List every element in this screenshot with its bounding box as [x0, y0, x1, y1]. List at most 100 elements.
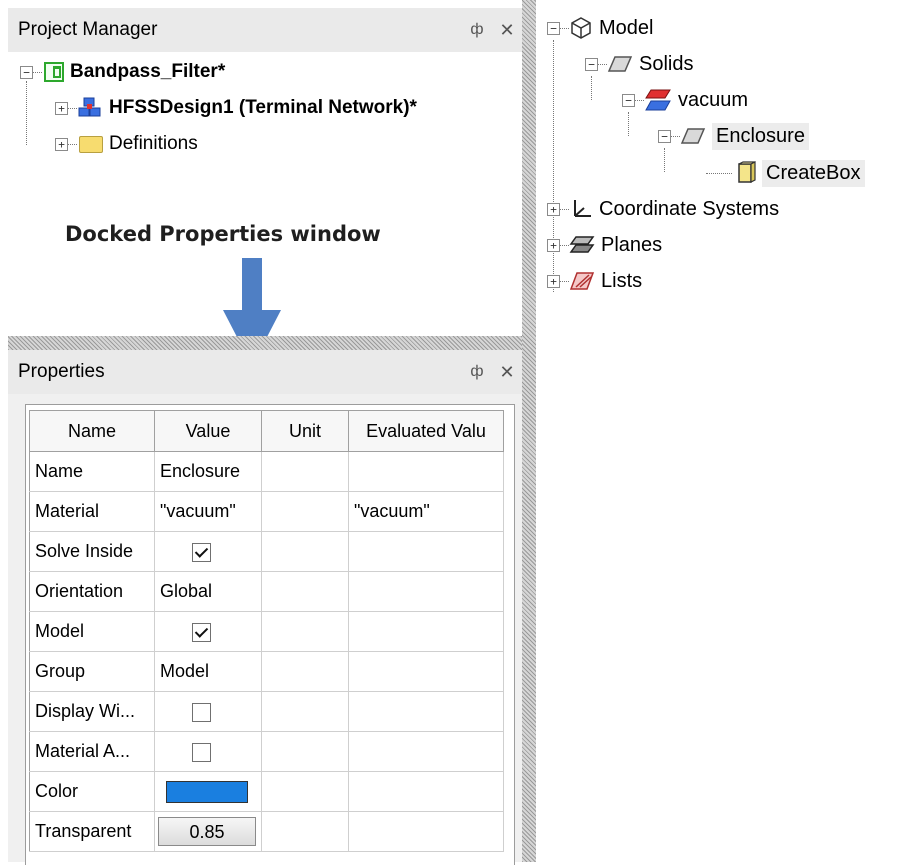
color-swatch[interactable]	[166, 780, 248, 803]
pin-icon[interactable]: ф	[462, 363, 492, 381]
property-name: Group	[29, 651, 155, 692]
tree-connector	[671, 135, 680, 137]
property-value[interactable]: Enclosure	[154, 451, 262, 492]
column-header-name[interactable]: Name	[29, 410, 155, 452]
close-icon[interactable]: ✕	[492, 362, 522, 383]
property-name: Material	[29, 491, 155, 532]
tree-connector	[598, 63, 607, 65]
close-icon[interactable]: ✕	[492, 20, 522, 41]
property-value[interactable]	[154, 771, 262, 812]
property-unit[interactable]	[261, 491, 349, 532]
table-row[interactable]: Display Wi...	[29, 691, 504, 732]
grid-header-row: Name Value Unit Evaluated Valu	[29, 410, 504, 452]
column-header-evaluated-value[interactable]: Evaluated Valu	[348, 410, 504, 452]
solve-inside-checkbox[interactable]	[192, 542, 211, 562]
table-row[interactable]: Name Enclosure	[29, 451, 504, 492]
project-manager-header: Project Manager ф ✕	[8, 8, 522, 52]
solids-icon	[607, 56, 633, 72]
tree-item-project[interactable]: − Bandpass_Filter*	[20, 57, 225, 87]
property-evaluated: "vacuum"	[348, 491, 504, 532]
table-row[interactable]: Color	[29, 771, 504, 812]
table-row[interactable]: Solve Inside	[29, 531, 504, 572]
tree-connector	[591, 76, 592, 100]
property-value[interactable]: "vacuum"	[154, 491, 262, 532]
properties-title: Properties	[18, 361, 105, 382]
tree-connector	[560, 280, 569, 282]
expand-icon[interactable]: +	[547, 274, 560, 288]
properties-grid: Name Value Unit Evaluated Valu Name Encl…	[29, 410, 504, 852]
table-row[interactable]: Material "vacuum" "vacuum"	[29, 491, 504, 532]
hfss-design-icon	[78, 97, 101, 117]
transparency-button[interactable]: 0.85	[158, 817, 256, 846]
tree-item-vacuum[interactable]: − vacuum	[622, 85, 748, 115]
tree-item-lists[interactable]: + Lists	[547, 266, 642, 296]
table-row[interactable]: Material A...	[29, 731, 504, 772]
tree-item-enclosure[interactable]: − Enclosure	[658, 121, 809, 151]
model-tree: − Model − Solids − vacuum − Enclosure Cr…	[536, 0, 899, 862]
expand-icon[interactable]: +	[55, 101, 68, 115]
collapse-icon[interactable]: −	[547, 21, 560, 35]
property-unit[interactable]	[261, 531, 349, 572]
collapse-icon[interactable]: −	[658, 129, 671, 143]
table-row[interactable]: Orientation Global	[29, 571, 504, 612]
property-unit[interactable]	[261, 451, 349, 492]
tree-connector	[706, 172, 732, 174]
solids-label: Solids	[639, 52, 694, 75]
tree-item-planes[interactable]: + Planes	[547, 230, 662, 260]
property-name: Display Wi...	[29, 691, 155, 732]
property-value[interactable]	[154, 611, 262, 652]
table-row[interactable]: Model	[29, 611, 504, 652]
property-name: Transparent	[29, 811, 155, 852]
tree-item-model[interactable]: − Model	[547, 13, 653, 43]
splitter-horizontal[interactable]	[8, 336, 522, 350]
property-value[interactable]	[154, 531, 262, 572]
property-value[interactable]: Model	[154, 651, 262, 692]
model-label: Model	[599, 16, 654, 39]
collapse-icon[interactable]: −	[20, 65, 33, 79]
property-unit[interactable]	[261, 651, 349, 692]
property-value[interactable]: 0.85	[154, 811, 262, 852]
model-icon	[571, 17, 591, 39]
property-unit[interactable]	[261, 571, 349, 612]
display-wireframe-checkbox[interactable]	[192, 702, 211, 722]
createbox-label: CreateBox	[762, 159, 865, 187]
column-header-unit[interactable]: Unit	[261, 410, 349, 452]
folder-icon	[79, 135, 103, 153]
property-value[interactable]	[154, 691, 262, 732]
expand-icon[interactable]: +	[547, 238, 560, 252]
expand-icon[interactable]: +	[547, 202, 560, 216]
properties-grid-frame: Name Value Unit Evaluated Valu Name Encl…	[25, 404, 515, 865]
tree-connector	[560, 27, 569, 29]
property-unit[interactable]	[261, 731, 349, 772]
pin-icon[interactable]: ф	[462, 21, 492, 39]
definitions-label: Definitions	[109, 133, 198, 154]
tree-connector	[68, 107, 77, 109]
tree-connector	[560, 208, 569, 210]
tree-item-coordinate-systems[interactable]: + Coordinate Systems	[547, 194, 779, 224]
project-manager-title: Project Manager	[18, 19, 158, 40]
table-row[interactable]: Transparent 0.85	[29, 811, 504, 852]
model-checkbox[interactable]	[192, 622, 211, 642]
property-unit[interactable]	[261, 611, 349, 652]
property-name: Model	[29, 611, 155, 652]
table-row[interactable]: Group Model	[29, 651, 504, 692]
splitter-vertical[interactable]	[522, 0, 536, 862]
planes-label: Planes	[601, 233, 663, 256]
property-unit[interactable]	[261, 691, 349, 732]
property-value[interactable]	[154, 731, 262, 772]
tree-item-solids[interactable]: − Solids	[585, 49, 693, 79]
material-appearance-checkbox[interactable]	[192, 742, 211, 762]
tree-item-createbox[interactable]: CreateBox	[706, 158, 865, 188]
column-header-value[interactable]: Value	[154, 410, 262, 452]
property-evaluated	[348, 771, 504, 812]
expand-icon[interactable]: +	[55, 137, 68, 151]
tree-item-design[interactable]: + HFSSDesign1 (Terminal Network)*	[55, 93, 417, 123]
property-unit[interactable]	[261, 771, 349, 812]
tree-connector	[628, 112, 629, 136]
property-unit[interactable]	[261, 811, 349, 852]
property-name: Orientation	[29, 571, 155, 612]
collapse-icon[interactable]: −	[622, 93, 635, 107]
collapse-icon[interactable]: −	[585, 57, 598, 71]
tree-item-definitions[interactable]: + Definitions	[55, 129, 198, 159]
property-value[interactable]: Global	[154, 571, 262, 612]
